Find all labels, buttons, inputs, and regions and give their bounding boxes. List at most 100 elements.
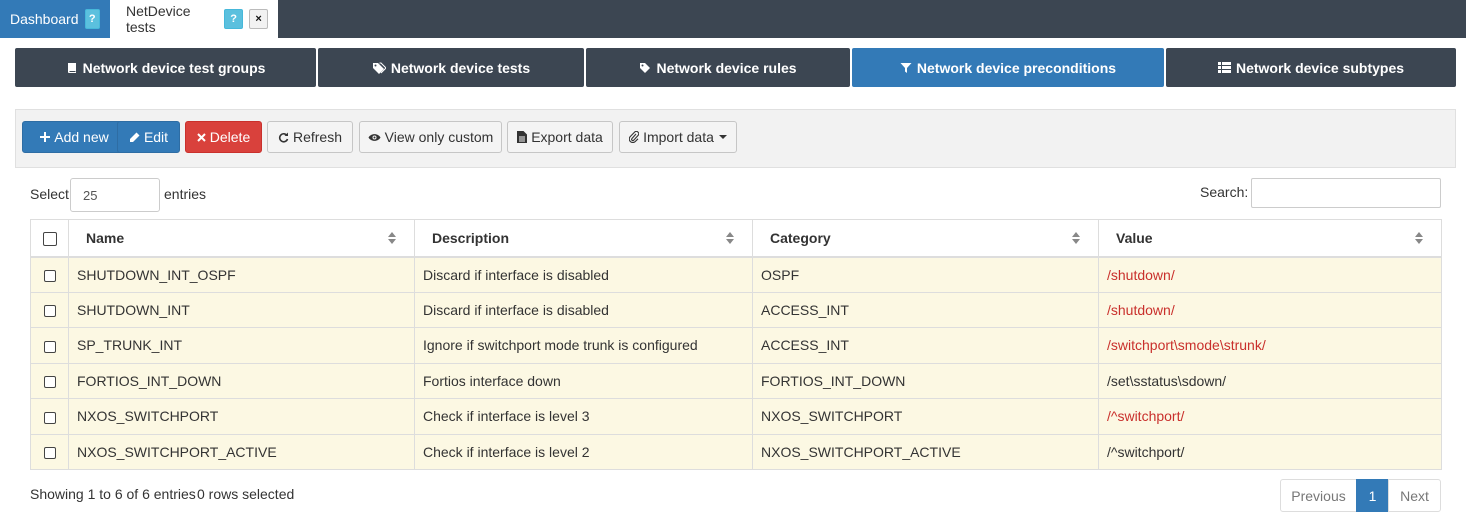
column-header-name[interactable]: Name <box>68 219 415 258</box>
nav-network-device-preconditions[interactable]: Network device preconditions <box>852 48 1164 87</box>
cell-name: SP_TRUNK_INT <box>68 327 415 364</box>
search-input[interactable] <box>1251 178 1441 208</box>
table-row[interactable]: SHUTDOWN_INT_OSPF Discard if interface i… <box>30 256 1442 293</box>
edit-button[interactable]: Edit <box>117 121 180 153</box>
cell-name: FORTIOS_INT_DOWN <box>68 362 415 399</box>
cell-description: Check if interface is level 2 <box>414 433 753 470</box>
file-text-icon <box>517 131 528 143</box>
close-icon[interactable]: × <box>249 9 268 29</box>
table-row[interactable]: NXOS_SWITCHPORT_ACTIVE Check if interfac… <box>30 433 1442 470</box>
chevron-down-icon <box>718 135 727 139</box>
entries-per-page-input[interactable] <box>70 178 160 212</box>
cell-name: SHUTDOWN_INT <box>68 291 415 328</box>
pagination-next-button[interactable]: Next <box>1388 479 1441 512</box>
nav-label: Network device rules <box>656 59 797 76</box>
row-select-cell <box>30 256 69 293</box>
cell-category: NXOS_SWITCHPORT_ACTIVE <box>752 433 1099 470</box>
table-row[interactable]: SP_TRUNK_INT Ignore if switchport mode t… <box>30 327 1442 364</box>
column-label: Value <box>1116 229 1153 246</box>
refresh-icon <box>278 132 289 143</box>
nav-network-device-subtypes[interactable]: Network device subtypes <box>1166 48 1456 87</box>
column-label: Name <box>86 229 125 246</box>
tags-icon <box>372 62 386 74</box>
help-icon[interactable]: ? <box>84 9 100 29</box>
cell-description: Fortios interface down <box>414 362 753 399</box>
column-header-value[interactable]: Value <box>1098 219 1442 258</box>
column-header-description[interactable]: Description <box>414 219 753 258</box>
table-row[interactable]: NXOS_SWITCHPORT Check if interface is le… <box>30 398 1442 435</box>
cell-category: NXOS_SWITCHPORT <box>752 398 1099 435</box>
row-checkbox[interactable] <box>43 447 56 460</box>
length-select-label: Select <box>30 186 69 202</box>
row-checkbox[interactable] <box>43 411 56 424</box>
row-select-cell <box>30 398 69 435</box>
refresh-button[interactable]: Refresh <box>267 121 353 153</box>
nav-network-device-rules[interactable]: Network device rules <box>586 48 850 87</box>
cell-name: NXOS_SWITCHPORT <box>68 398 415 435</box>
action-toolbar: Add new Edit Delete Refresh View only cu… <box>15 109 1456 168</box>
import-data-dropdown[interactable]: Import data <box>619 121 737 153</box>
table-header-row: Name Description Category Value <box>30 219 1442 258</box>
export-data-button[interactable]: Export data <box>507 121 613 153</box>
list-icon <box>1217 62 1231 73</box>
rows-selected-info: 0 rows selected <box>197 486 295 502</box>
column-label: Category <box>770 229 831 246</box>
cell-description: Ignore if switchport mode trunk is confi… <box>414 327 753 364</box>
tab-dashboard-label: Dashboard <box>10 11 79 27</box>
times-icon <box>197 132 206 142</box>
column-header-category[interactable]: Category <box>752 219 1099 258</box>
sort-icon <box>1072 232 1080 244</box>
search-label: Search: <box>1200 184 1249 200</box>
cell-value: /switchport\smode\strunk/ <box>1098 327 1442 364</box>
add-new-button[interactable]: Add new <box>22 121 127 153</box>
tag-icon <box>640 62 651 73</box>
nav-label: Network device preconditions <box>916 59 1117 76</box>
cell-category: OSPF <box>752 256 1099 293</box>
row-checkbox[interactable] <box>43 305 56 318</box>
nav-label: Network device test groups <box>82 59 266 76</box>
nav-network-device-tests[interactable]: Network device tests <box>318 48 584 87</box>
sort-icon <box>388 232 396 244</box>
select-all-checkbox[interactable] <box>42 231 57 246</box>
cell-description: Discard if interface is disabled <box>414 256 753 293</box>
tab-netdevice-tests-label: NetDevice tests <box>126 3 191 35</box>
cell-name: SHUTDOWN_INT_OSPF <box>68 256 415 293</box>
row-select-cell <box>30 433 69 470</box>
nav-label: Network device tests <box>390 59 531 76</box>
book-icon <box>67 62 76 73</box>
view-only-custom-label: View only custom <box>384 129 494 145</box>
row-select-cell <box>30 362 69 399</box>
cell-description: Check if interface is level 3 <box>414 398 753 435</box>
paperclip-icon <box>629 131 640 143</box>
row-select-cell <box>30 327 69 364</box>
help-icon[interactable]: ? <box>224 9 244 29</box>
delete-label: Delete <box>209 129 251 145</box>
view-only-custom-button[interactable]: View only custom <box>359 121 502 153</box>
tab-netdevice-tests[interactable]: NetDevice tests ? × <box>110 0 278 38</box>
cell-category: ACCESS_INT <box>752 327 1099 364</box>
refresh-label: Refresh <box>292 129 343 145</box>
cell-value: /^switchport/ <box>1098 398 1442 435</box>
column-label: Description <box>432 229 510 246</box>
table-row[interactable]: FORTIOS_INT_DOWN Fortios interface down … <box>30 362 1442 399</box>
row-checkbox[interactable] <box>43 340 56 353</box>
export-data-label: Export data <box>531 129 603 145</box>
cell-value: /shutdown/ <box>1098 256 1442 293</box>
edit-label: Edit <box>143 129 169 145</box>
cell-value: /^switchport/ <box>1098 433 1442 470</box>
table-info: Showing 1 to 6 of 6 entries <box>30 486 196 502</box>
sort-icon <box>726 232 734 244</box>
delete-button[interactable]: Delete <box>185 121 262 153</box>
nav-network-device-test-groups[interactable]: Network device test groups <box>15 48 316 87</box>
row-checkbox[interactable] <box>43 269 56 282</box>
table-row[interactable]: SHUTDOWN_INT Discard if interface is dis… <box>30 291 1442 328</box>
tab-dashboard[interactable]: Dashboard ? <box>0 0 110 38</box>
pagination-page-1[interactable]: 1 <box>1356 479 1389 512</box>
pagination-previous-button[interactable]: Previous <box>1280 479 1357 512</box>
cell-category: FORTIOS_INT_DOWN <box>752 362 1099 399</box>
row-select-cell <box>30 291 69 328</box>
row-checkbox[interactable] <box>43 376 56 389</box>
cell-category: ACCESS_INT <box>752 291 1099 328</box>
eye-icon <box>368 133 381 141</box>
import-data-label: Import data <box>643 129 714 145</box>
